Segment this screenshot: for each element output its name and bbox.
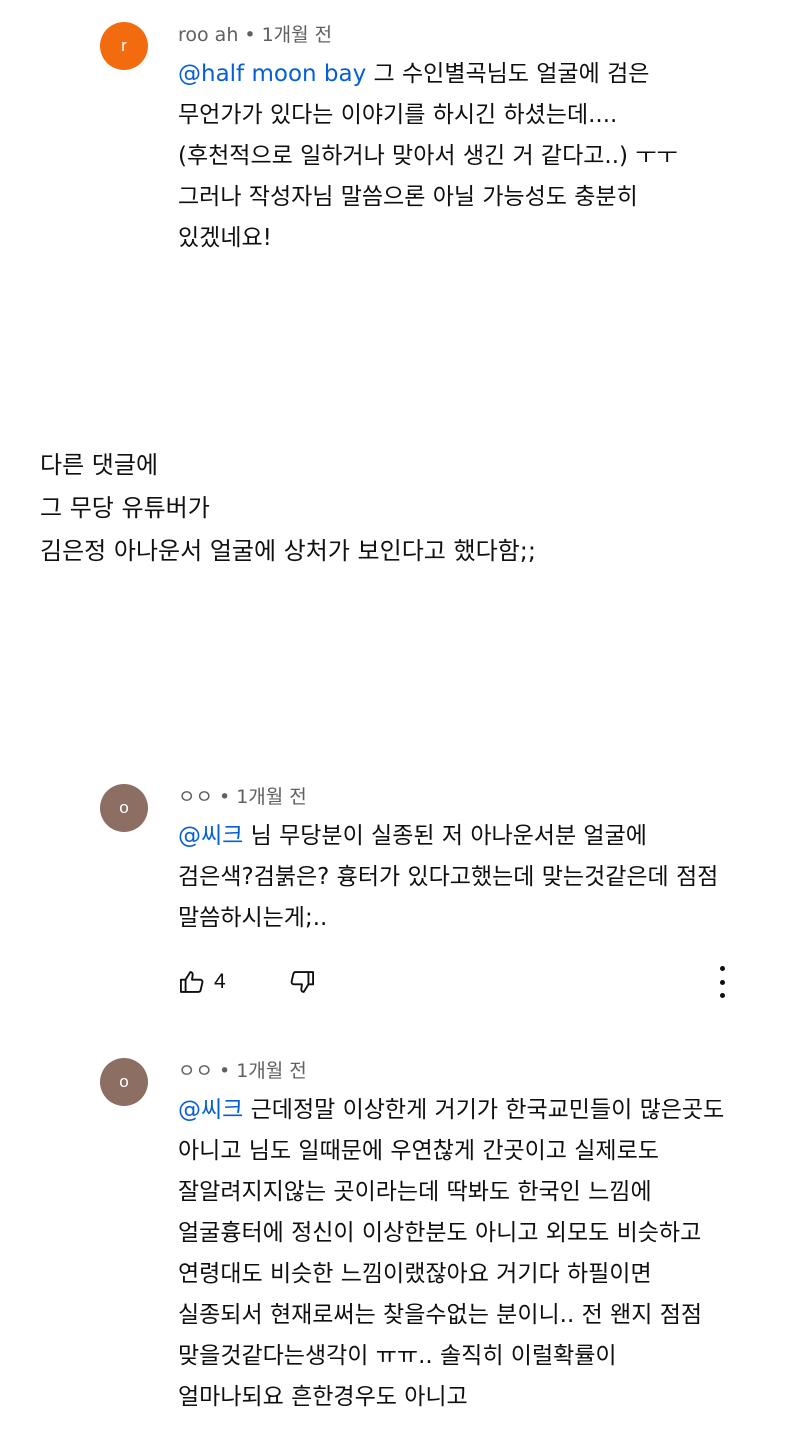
article-line: 다른 댓글에 xyxy=(40,451,159,479)
comment-time[interactable]: 1개월 전 xyxy=(236,1060,307,1082)
more-vert-icon[interactable] xyxy=(716,966,728,998)
comment-body: roo ah • 1개월 전 @half moon bay 그 수인별곡님도 얼굴에… xyxy=(178,22,738,259)
thumbs-down-icon xyxy=(290,971,315,993)
avatar[interactable]: o xyxy=(100,1058,148,1106)
like-count: 4 xyxy=(214,970,226,993)
article-text: 다른 댓글에 그 무당 유튜버가 김은정 아나운서 얼굴에 상처가 보인다고 했… xyxy=(40,444,740,573)
more-dot xyxy=(719,966,725,971)
avatar[interactable]: o xyxy=(100,784,148,832)
article-line: 그 무당 유튜버가 xyxy=(40,494,210,522)
meta-separator: • xyxy=(218,1060,231,1082)
author-name[interactable]: roo ah xyxy=(178,24,238,46)
comment-content: 근데정말 이상한게 거기가 한국교민들이 많은곳도 아니고 님도 일때문에 우연… xyxy=(178,1097,725,1410)
comment-text: @씨크 근데정말 이상한게 거기가 한국교민들이 많은곳도 아니고 님도 일때문… xyxy=(178,1090,728,1418)
thumbs-up-icon xyxy=(179,971,204,993)
author-name[interactable]: ㅇㅇ xyxy=(178,1060,213,1082)
comment-meta: ㅇㅇ • 1개월 전 xyxy=(178,1058,738,1084)
comment-body: ㅇㅇ • 1개월 전 @씨크 님 무당분이 실종된 저 아나운서분 얼굴에 검은색?… xyxy=(178,784,738,939)
more-dot xyxy=(719,993,725,998)
avatar[interactable]: r xyxy=(100,22,148,70)
author-name[interactable]: ㅇㅇ xyxy=(178,786,213,808)
comment-time[interactable]: 1개월 전 xyxy=(262,24,333,46)
article-line: 김은정 아나운서 얼굴에 상처가 보인다고 했다함;; xyxy=(40,537,536,565)
meta-separator: • xyxy=(244,24,256,46)
comment-time[interactable]: 1개월 전 xyxy=(236,786,307,808)
dislike-button[interactable] xyxy=(288,966,316,998)
meta-separator: • xyxy=(218,786,231,808)
comment-content: 님 무당분이 실종된 저 아나운서분 얼굴에 검은색?검붉은? 흉터가 있다고했… xyxy=(178,823,719,931)
comment-body: ㅇㅇ • 1개월 전 @씨크 근데정말 이상한게 거기가 한국교민들이 많은곳도 아… xyxy=(178,1058,738,1418)
more-dot xyxy=(719,979,725,985)
comment-content: 그 수인별곡님도 얼굴에 검은 무언가가 있다는 이야기를 하시긴 하셨는데..… xyxy=(178,61,678,251)
comment-meta: roo ah • 1개월 전 xyxy=(178,22,738,48)
comment-text: @half moon bay 그 수인별곡님도 얼굴에 검은 무언가가 있다는 … xyxy=(178,54,723,259)
mention-link[interactable]: @half moon bay xyxy=(178,61,366,87)
comment-meta: ㅇㅇ • 1개월 전 xyxy=(178,784,738,810)
mention-link[interactable]: @씨크 xyxy=(178,1097,243,1123)
mention-link[interactable]: @씨크 xyxy=(178,823,243,849)
comment-text: @씨크 님 무당분이 실종된 저 아나운서분 얼굴에 검은색?검붉은? 흉터가 … xyxy=(178,816,728,939)
comment-actions: 4 xyxy=(178,960,738,1004)
like-button[interactable]: 4 xyxy=(178,966,226,998)
